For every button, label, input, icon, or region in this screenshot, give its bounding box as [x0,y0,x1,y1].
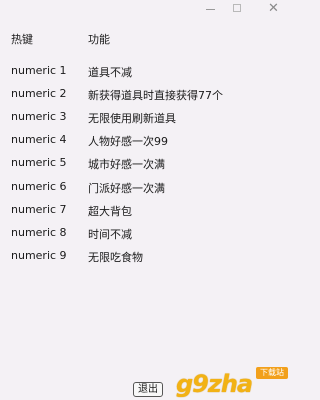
function-header: 功能 [88,33,110,46]
table-row: numeric 7 超大背包 [0,203,296,219]
hotkey-cell: numeric 6 [11,180,67,193]
watermark-tag: 下载站 [256,367,288,379]
function-cell: 时间不减 [88,228,132,241]
title-bar: ✕ [0,0,296,20]
close-icon: ✕ [268,1,279,16]
function-cell: 门派好感一次满 [88,182,165,195]
function-cell: 人物好感一次99 [88,135,168,148]
hotkey-cell: numeric 2 [11,87,67,100]
hotkey-cell: numeric 4 [11,133,67,146]
table-row: numeric 8 时间不减 [0,226,296,242]
hotkey-cell: numeric 8 [11,226,67,239]
table-row: numeric 2 新获得道具时直接获得77个 [0,87,296,103]
hotkey-header: 热键 [11,33,33,46]
exit-button[interactable]: 退出 [133,382,163,397]
table-row: numeric 1 道具不减 [0,64,296,80]
watermark-logo: g9zha [176,370,253,398]
function-cell: 道具不减 [88,66,132,79]
maximize-icon [233,4,241,12]
table-row: numeric 6 门派好感一次满 [0,180,296,196]
hotkey-cell: numeric 9 [11,249,67,262]
function-cell: 新获得道具时直接获得77个 [88,89,223,102]
function-cell: 超大背包 [88,205,132,218]
minimize-icon [206,9,215,10]
hotkey-cell: numeric 3 [11,110,67,123]
hotkey-cell: numeric 1 [11,64,67,77]
maximize-button[interactable] [223,0,253,20]
table-row: numeric 3 无限使用刷新道具 [0,110,296,126]
minimize-button[interactable] [196,0,226,20]
table-row: numeric 9 无限吃食物 [0,249,296,265]
table-row: numeric 5 城市好感一次满 [0,156,296,172]
function-cell: 城市好感一次满 [88,158,165,171]
hotkey-cell: numeric 7 [11,203,67,216]
watermark: g9zha 下载站 [172,366,294,400]
function-cell: 无限使用刷新道具 [88,112,176,125]
close-button[interactable]: ✕ [258,0,288,20]
hotkey-cell: numeric 5 [11,156,67,169]
table-row: numeric 4 人物好感一次99 [0,133,296,149]
function-cell: 无限吃食物 [88,251,143,264]
